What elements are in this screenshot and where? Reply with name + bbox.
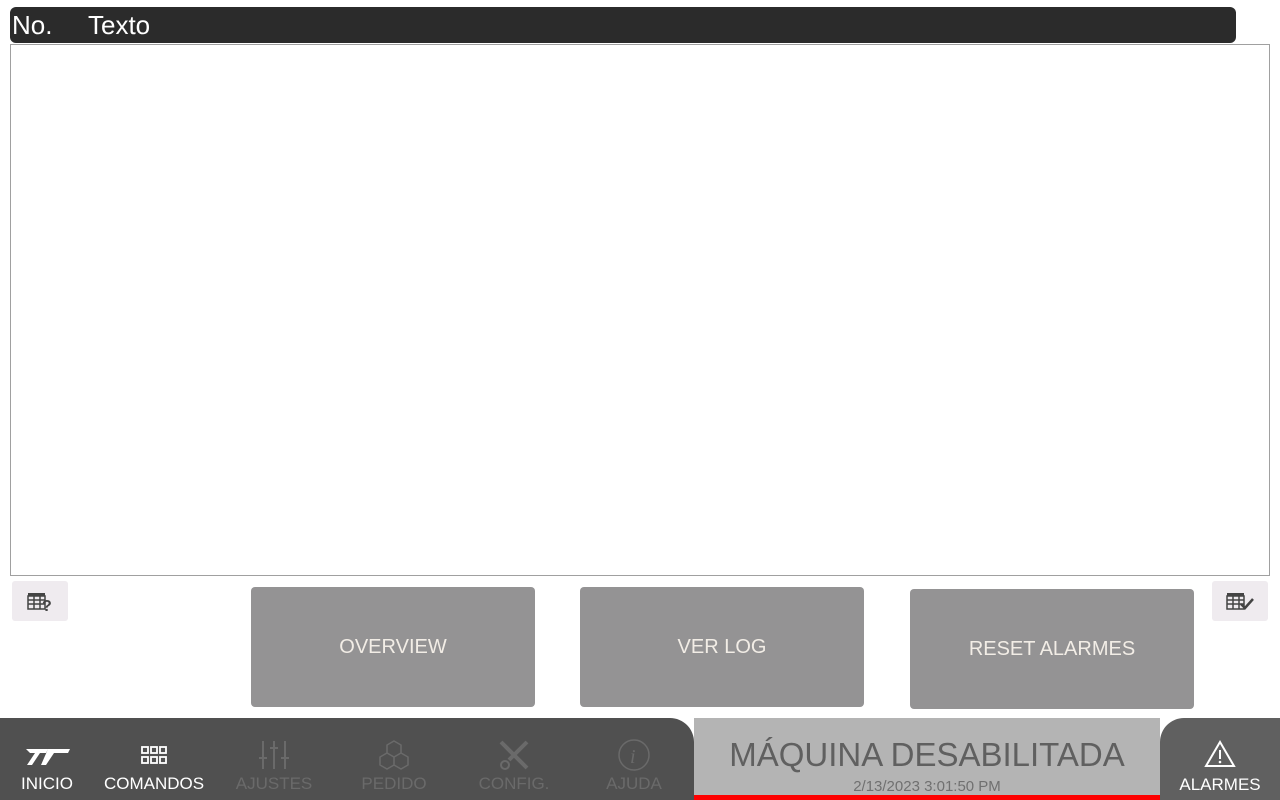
column-header-texto: Texto — [88, 10, 151, 40]
nav-label: INICIO — [21, 774, 73, 793]
nav-label: PEDIDO — [361, 774, 427, 793]
machine-status-text: MÁQUINA DESABILITADA — [729, 736, 1125, 773]
table-check-icon — [1226, 593, 1254, 610]
info-icon: i — [618, 739, 650, 771]
nav-ajuda[interactable]: i AJUDA — [579, 736, 689, 794]
cubes-icon — [379, 740, 409, 770]
sliders-icon — [259, 741, 289, 769]
ver-log-button[interactable]: VER LOG — [580, 587, 864, 707]
nav-comandos[interactable]: COMANDOS — [99, 736, 209, 794]
alarm-table-body[interactable] — [10, 44, 1270, 576]
overview-button[interactable]: OVERVIEW — [251, 587, 535, 707]
table-help-button[interactable]: ? — [12, 581, 68, 621]
nav-label: AJUDA — [606, 774, 662, 793]
logo-icon — [26, 749, 70, 765]
column-header-no: No. — [12, 10, 53, 40]
nav-config[interactable]: CONFIG. — [459, 736, 569, 794]
bottom-nav: INICIO COMANDOS AJUSTES PEDIDO CONFIG. i… — [0, 718, 694, 800]
status-datetime: 2/13/2023 3:01:50 PM — [853, 778, 1001, 795]
nav-label: CONFIG. — [478, 774, 550, 793]
alarmes-label: ALARMES — [1179, 775, 1261, 794]
table-acknowledge-button[interactable] — [1212, 581, 1268, 621]
svg-text:i: i — [630, 746, 636, 768]
machine-status-panel: MÁQUINA DESABILITADA 2/13/2023 3:01:50 P… — [694, 718, 1160, 800]
nav-label: COMANDOS — [103, 774, 205, 793]
status-indicator-bar — [694, 795, 1160, 800]
grid-icon — [141, 746, 167, 764]
warning-icon — [1204, 740, 1236, 767]
tools-icon — [499, 740, 529, 770]
table-header: No. Texto — [10, 7, 1236, 43]
nav-pedido[interactable]: PEDIDO — [339, 736, 449, 794]
nav-ajustes[interactable]: AJUSTES — [219, 736, 329, 794]
alarmes-button[interactable]: ALARMES — [1160, 718, 1280, 800]
nav-inicio[interactable]: INICIO — [0, 736, 102, 794]
reset-alarmes-button[interactable]: RESET ALARMES — [910, 589, 1194, 709]
table-question-icon: ? — [27, 593, 52, 612]
nav-label: AJUSTES — [235, 774, 313, 793]
svg-text:?: ? — [42, 598, 52, 612]
